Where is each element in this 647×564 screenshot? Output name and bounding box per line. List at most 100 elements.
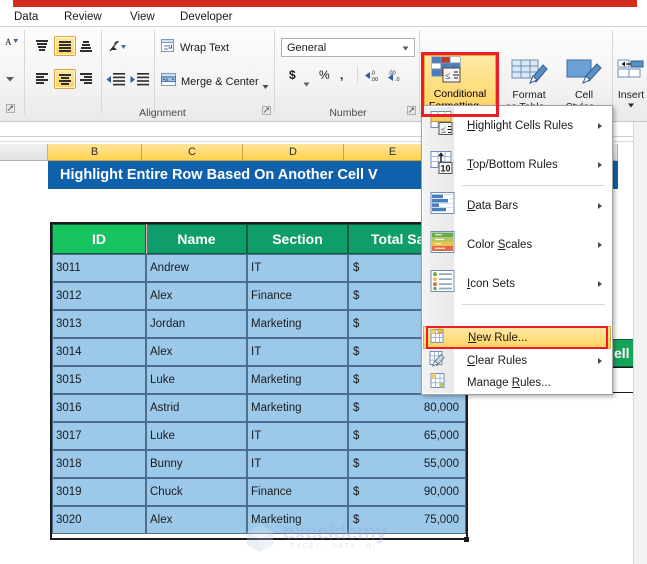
exceldemy-logo-icon bbox=[247, 524, 273, 552]
group-divider-number bbox=[419, 30, 420, 114]
watermark-name: exceldemy bbox=[283, 521, 387, 544]
accounting-format-button[interactable]: $ bbox=[289, 68, 296, 82]
vertical-scrollbar[interactable] bbox=[633, 122, 647, 564]
number-dialog-launcher[interactable] bbox=[407, 106, 416, 115]
group-label-alignment: Alignment bbox=[139, 107, 186, 119]
ribbon-tab-underline bbox=[0, 26, 647, 27]
group-label-number: Number bbox=[329, 107, 367, 119]
menu-separator-1 bbox=[462, 185, 605, 186]
merge-center-icon: a bbox=[161, 73, 177, 87]
format-as-table-icon bbox=[510, 59, 548, 90]
menu-item-clear-rules[interactable]: Clear Rules bbox=[423, 350, 611, 372]
menu-item-label: Color Scales bbox=[467, 239, 533, 251]
column-header-d[interactable]: D bbox=[243, 144, 344, 161]
comma-format-button[interactable]: , bbox=[340, 68, 343, 82]
merge-center-label[interactable]: Merge & Center bbox=[181, 73, 259, 91]
svg-text:A: A bbox=[5, 37, 12, 47]
menu-item-label: Highlight Cells Rules bbox=[467, 120, 574, 132]
selection-fill-handle[interactable] bbox=[464, 537, 469, 542]
clear-rules-icon bbox=[429, 350, 447, 373]
group-divider-font bbox=[24, 30, 25, 114]
menu-item-manage-rules[interactable]: Manage Rules... bbox=[423, 372, 611, 394]
svg-text:.0: .0 bbox=[395, 77, 400, 83]
submenu-arrow-icon bbox=[598, 203, 602, 209]
group-divider-align-inner2 bbox=[154, 30, 155, 114]
menu-item-label: Top/Bottom Rules bbox=[467, 159, 558, 171]
submenu-arrow-icon bbox=[598, 123, 602, 129]
merge-center-dropdown-arrow[interactable] bbox=[262, 77, 269, 89]
svg-text:.00: .00 bbox=[371, 77, 379, 83]
tab-review[interactable]: Review bbox=[64, 9, 102, 26]
percent-format-button[interactable]: % bbox=[319, 68, 330, 82]
menu-item-top-bottom-rules[interactable]: 10 Top/Bottom Rules bbox=[423, 146, 611, 184]
align-left-button[interactable] bbox=[32, 69, 52, 87]
conditional-formatting-menu: ≤ Highlight Cells Rules 10 Top/Bottom Ru… bbox=[421, 105, 613, 395]
bottom-align-button[interactable] bbox=[76, 36, 96, 54]
svg-text:≤: ≤ bbox=[441, 125, 446, 135]
menu-item-label: Data Bars bbox=[467, 200, 519, 212]
table-selection-outline bbox=[50, 222, 468, 540]
strip-left-gap bbox=[0, 0, 13, 7]
column-header-c[interactable]: C bbox=[142, 144, 243, 161]
wrap-text-label[interactable]: Wrap Text bbox=[180, 39, 229, 57]
wrap-text-icon bbox=[161, 39, 176, 53]
decrease-decimal-icon[interactable]: .00 .0 bbox=[387, 68, 407, 83]
group-divider-align-inner bbox=[101, 30, 102, 114]
font-dialog-launcher[interactable] bbox=[6, 104, 15, 113]
menu-separator-2 bbox=[462, 304, 605, 305]
accounting-dropdown-arrow[interactable] bbox=[303, 74, 310, 87]
watermark-tagline: EXCEL - DATA - BI bbox=[290, 543, 377, 550]
svg-text:10: 10 bbox=[441, 164, 451, 174]
increase-decimal-icon[interactable]: .0 .00 bbox=[364, 68, 384, 83]
select-all-corner[interactable] bbox=[0, 144, 48, 161]
font-color-icon[interactable]: A bbox=[5, 36, 18, 49]
conditional-formatting-highlight-ring bbox=[421, 52, 499, 117]
data-bars-icon bbox=[430, 191, 456, 222]
tab-data[interactable]: Data bbox=[14, 9, 38, 26]
submenu-arrow-icon bbox=[598, 162, 602, 168]
color-scales-icon bbox=[430, 230, 456, 261]
number-format-chevron-down-icon[interactable] bbox=[402, 46, 409, 51]
middle-align-button[interactable] bbox=[54, 36, 76, 56]
insert-cells-icon bbox=[616, 59, 646, 89]
manage-rules-icon bbox=[429, 372, 447, 395]
insert-dropdown-arrow[interactable] bbox=[615, 100, 647, 112]
menu-item-icon-sets[interactable]: Icon Sets bbox=[423, 265, 611, 303]
menu-item-label: Icon Sets bbox=[467, 278, 515, 290]
number-inner-divider bbox=[357, 66, 358, 83]
align-center-button[interactable] bbox=[54, 69, 76, 89]
number-format-value: General bbox=[287, 42, 327, 54]
top-align-button[interactable] bbox=[32, 36, 52, 54]
exceldemy-watermark: exceldemy EXCEL - DATA - BI bbox=[243, 521, 413, 555]
submenu-arrow-icon bbox=[598, 242, 602, 248]
new-rule-highlight-ring bbox=[426, 326, 608, 349]
menu-item-label: Clear Rules bbox=[467, 355, 528, 367]
strip-right-gap bbox=[637, 0, 647, 7]
menu-item-color-scales[interactable]: Color Scales bbox=[423, 226, 611, 264]
menu-item-label: Manage Rules... bbox=[467, 377, 551, 389]
insert-cells-button[interactable]: Insert bbox=[615, 55, 647, 114]
window-top-strip bbox=[0, 0, 647, 7]
number-format-select[interactable]: General bbox=[281, 38, 415, 57]
submenu-arrow-icon bbox=[598, 281, 602, 287]
format-as-table-label-line1: Format bbox=[512, 88, 546, 101]
excel-window: Data Review View Developer A Wrap Text a… bbox=[0, 0, 647, 564]
orientation-icon[interactable] bbox=[108, 38, 130, 54]
top-bottom-rules-icon: 10 bbox=[430, 150, 456, 181]
submenu-arrow-icon bbox=[598, 358, 602, 364]
column-header-b[interactable]: B bbox=[48, 144, 142, 161]
decrease-indent-icon[interactable] bbox=[106, 72, 126, 87]
align-right-button[interactable] bbox=[76, 69, 96, 87]
fill-color-dropdown-icon[interactable] bbox=[5, 70, 15, 82]
icon-sets-icon bbox=[430, 269, 456, 300]
increase-indent-icon[interactable] bbox=[130, 72, 150, 87]
group-divider-alignment bbox=[274, 30, 275, 114]
tab-developer[interactable]: Developer bbox=[180, 9, 232, 26]
group-divider-styles bbox=[612, 30, 613, 114]
tab-view[interactable]: View bbox=[130, 9, 155, 26]
cell-styles-icon bbox=[565, 59, 603, 90]
cell-styles-label-line1: Cell bbox=[574, 88, 594, 101]
svg-text:.0: .0 bbox=[371, 71, 376, 77]
ribbon-tab-bar: Data Review View Developer bbox=[0, 7, 647, 28]
menu-item-data-bars[interactable]: Data Bars bbox=[423, 187, 611, 225]
